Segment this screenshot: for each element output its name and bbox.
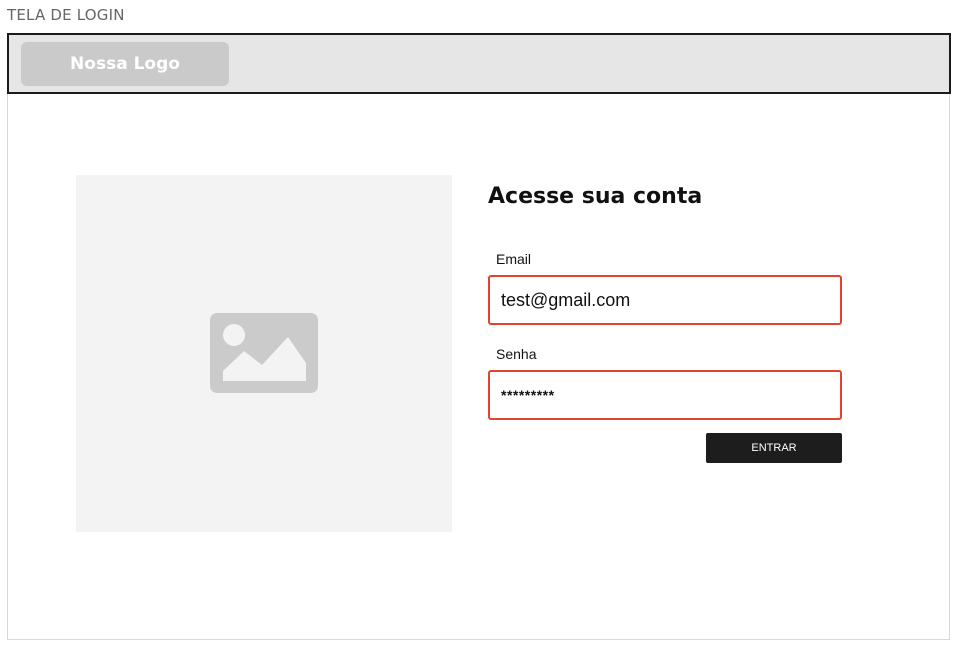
logo[interactable]: Nossa Logo (21, 42, 229, 86)
header: Nossa Logo (7, 33, 951, 94)
email-input[interactable] (488, 275, 842, 325)
screen-label: TELA DE LOGIN (7, 6, 125, 24)
senha-label: Senha (496, 346, 537, 362)
entrar-button[interactable]: ENTRAR (706, 433, 842, 463)
senha-input[interactable] (488, 370, 842, 420)
login-title: Acesse sua conta (488, 184, 703, 209)
image-placeholder (76, 175, 452, 532)
email-label: Email (496, 251, 532, 267)
image-icon (210, 313, 318, 393)
